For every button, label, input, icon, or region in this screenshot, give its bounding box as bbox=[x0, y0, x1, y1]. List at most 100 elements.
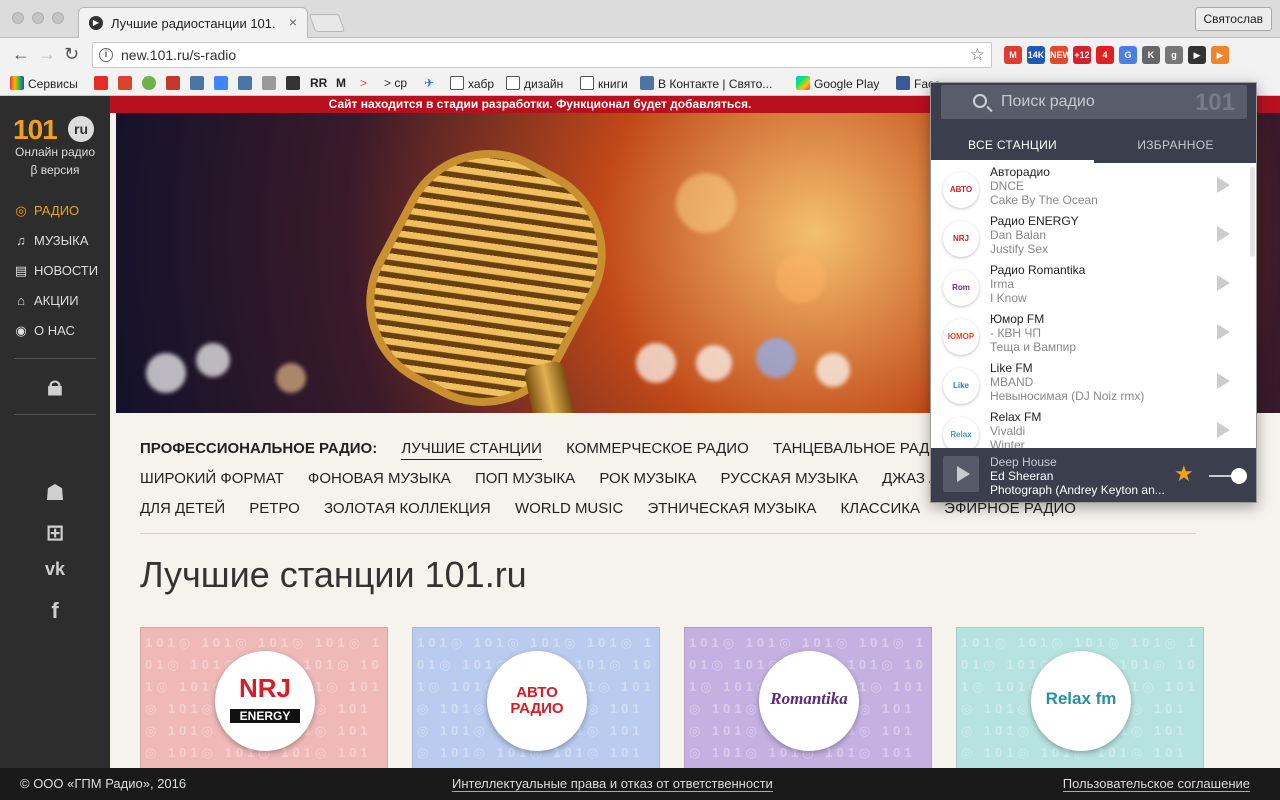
category-link[interactable]: КЛАССИКА bbox=[841, 500, 920, 517]
footer-rights-link[interactable]: Интеллектуальные права и отказ от ответс… bbox=[452, 776, 773, 792]
play-icon[interactable] bbox=[1217, 275, 1230, 291]
ext-12-icon[interactable]: +12 bbox=[1073, 46, 1091, 64]
info-icon[interactable]: i bbox=[99, 48, 113, 62]
bookmark-2[interactable] bbox=[118, 76, 136, 91]
ext-new-icon[interactable]: NEW bbox=[1050, 46, 1071, 64]
window-minimize-button[interactable] bbox=[32, 12, 44, 24]
bookmark-vkontakte[interactable]: В Контакте | Свято... bbox=[640, 76, 772, 91]
ext-g-icon[interactable]: g bbox=[1165, 46, 1183, 64]
play-button[interactable] bbox=[943, 456, 979, 492]
station-card-romantika[interactable]: 101◎ 101◎ 101◎ 101◎ 101◎ 101◎ 101◎ 101◎ … bbox=[684, 627, 932, 772]
play-icon[interactable] bbox=[1217, 373, 1230, 389]
facebook-icon[interactable]: f bbox=[0, 598, 110, 624]
category-link[interactable]: КОММЕРЧЕСКОЕ РАДИО bbox=[566, 440, 749, 457]
bookmark-9[interactable] bbox=[286, 76, 304, 91]
bookmark-sr[interactable]: > ср bbox=[384, 76, 407, 90]
bookmark-google-play[interactable]: Google Play bbox=[796, 76, 879, 91]
site-logo[interactable]: 101 bbox=[13, 114, 58, 146]
category-link[interactable]: РЕТРО bbox=[249, 500, 300, 517]
bookmark-design[interactable]: дизайн bbox=[506, 76, 563, 91]
address-bar[interactable]: i new.101.ru/s-radio ☆ bbox=[92, 42, 992, 68]
ext-4-icon[interactable]: 4 bbox=[1096, 46, 1114, 64]
bookmark-arrow[interactable]: > bbox=[360, 76, 367, 90]
station-card-energy[interactable]: 101◎ 101◎ 101◎ 101◎ 101◎ 101◎ 101◎ 101◎ … bbox=[140, 627, 388, 772]
category-link[interactable]: ПОП МУЗЫКА bbox=[475, 470, 575, 487]
bookmark-google[interactable] bbox=[214, 76, 232, 91]
station-card-relax[interactable]: 101◎ 101◎ 101◎ 101◎ 101◎ 101◎ 101◎ 101◎ … bbox=[956, 627, 1204, 772]
category-link[interactable]: РОК МУЗЫКА bbox=[599, 470, 696, 487]
bookmark-m[interactable]: M bbox=[336, 76, 346, 90]
bookmark-4[interactable] bbox=[166, 76, 184, 91]
category-link[interactable]: РУССКАЯ МУЗЫКА bbox=[721, 470, 858, 487]
category-link-best[interactable]: ЛУЧШИЕ СТАНЦИИ bbox=[401, 440, 542, 460]
lock-icon[interactable]: 🔒︎ bbox=[0, 370, 110, 403]
bookmark-habr[interactable]: хабр bbox=[450, 76, 494, 91]
ext-14k-icon[interactable]: 14K bbox=[1027, 46, 1045, 64]
vk-icon[interactable]: vk bbox=[0, 559, 110, 580]
station-track: Justify Sex bbox=[990, 242, 1049, 256]
search-icon bbox=[973, 94, 987, 108]
station-list-scrollbar[interactable] bbox=[1250, 167, 1255, 257]
site-logo-ru[interactable]: ru bbox=[68, 116, 94, 142]
category-link[interactable]: ШИРОКИЙ ФОРМАТ bbox=[140, 470, 284, 487]
ext-k-icon[interactable]: K bbox=[1142, 46, 1160, 64]
nav-about[interactable]: ◉ О НАС bbox=[14, 323, 75, 339]
tab-all-stations[interactable]: ВСЕ СТАНЦИИ bbox=[931, 127, 1094, 163]
category-link[interactable]: ТАНЦЕВАЛЬНОЕ РАДИО bbox=[773, 440, 952, 457]
station-row[interactable]: Like Like FM MBAND Невыносимая (DJ Noiz rmx… bbox=[931, 359, 1256, 408]
bookmark-vk[interactable] bbox=[190, 76, 208, 91]
category-link[interactable]: ЭТНИЧЕСКАЯ МУЗЫКА bbox=[647, 500, 816, 517]
station-card-avtoradio[interactable]: 101◎ 101◎ 101◎ 101◎ 101◎ 101◎ 101◎ 101◎ … bbox=[412, 627, 660, 772]
browser-tab[interactable]: ▶ Лучшие радиостанции 101.ru × bbox=[78, 7, 308, 38]
category-link[interactable]: ЗОЛОТАЯ КОЛЛЕКЦИЯ bbox=[324, 500, 491, 517]
category-link[interactable]: WORLD MUSIC bbox=[515, 500, 623, 517]
page-title: Лучшие станции 101.ru bbox=[140, 554, 527, 595]
bookmark-7[interactable] bbox=[238, 76, 256, 91]
nav-radio[interactable]: ◎ РАДИО bbox=[14, 203, 79, 219]
translate-icon[interactable]: G bbox=[1119, 46, 1137, 64]
back-arrow-icon[interactable]: ← bbox=[12, 44, 30, 65]
play-icon[interactable] bbox=[1217, 422, 1230, 438]
nav-news[interactable]: ▤ НОВОСТИ bbox=[14, 263, 98, 279]
footer-agreement-link[interactable]: Пользовательское соглашение bbox=[1062, 776, 1250, 792]
ext-play-icon[interactable]: ▶ bbox=[1188, 46, 1206, 64]
new-tab-button[interactable] bbox=[308, 14, 346, 32]
url-text[interactable]: new.101.ru/s-radio bbox=[121, 47, 236, 63]
bookmark-icon bbox=[118, 76, 132, 90]
station-row[interactable]: АВТО Авторадио DNCE Cake By The Ocean bbox=[931, 163, 1256, 212]
nav-music[interactable]: ♫ МУЗЫКА bbox=[14, 233, 88, 248]
search-input[interactable]: Поиск радио 101 bbox=[941, 85, 1247, 119]
profile-button[interactable]: Святослав bbox=[1194, 7, 1272, 31]
bookmark-plane[interactable]: ✈ bbox=[424, 76, 434, 90]
radio-101-icon[interactable]: ▶ bbox=[1211, 46, 1229, 64]
volume-slider-handle[interactable] bbox=[1231, 468, 1247, 484]
bookmark-services[interactable]: Сервисы bbox=[10, 76, 78, 91]
bookmark-3[interactable] bbox=[142, 76, 160, 91]
station-row[interactable]: Rom Радио Romantika Irma I Know bbox=[931, 261, 1256, 310]
favorite-star-icon[interactable]: ★ bbox=[1174, 461, 1194, 487]
bookmark-youtube[interactable] bbox=[94, 76, 112, 91]
play-icon[interactable] bbox=[1217, 324, 1230, 340]
window-zoom-button[interactable] bbox=[52, 12, 64, 24]
play-circle-icon: ◉ bbox=[15, 323, 27, 338]
station-row[interactable]: NRJ Радио ENERGY Dan Balan Justify Sex bbox=[931, 212, 1256, 261]
gmail-icon[interactable]: M bbox=[1004, 46, 1022, 64]
category-link[interactable]: ДЛЯ ДЕТЕЙ bbox=[140, 500, 225, 517]
android-icon[interactable]: ☗ bbox=[0, 480, 110, 506]
bookmark-books[interactable]: книги bbox=[580, 76, 628, 91]
window-close-button[interactable] bbox=[12, 12, 24, 24]
nav-promos[interactable]: ⌂ АКЦИИ bbox=[14, 293, 79, 308]
bookmark-rr[interactable]: RR bbox=[310, 76, 327, 90]
station-row[interactable]: ЮМОР Юмор FM - КВН ЧП Теща и Вампир bbox=[931, 310, 1256, 359]
bookmark-star-icon[interactable]: ☆ bbox=[970, 45, 985, 65]
tab-close-icon[interactable]: × bbox=[289, 14, 297, 30]
play-icon[interactable] bbox=[1217, 226, 1230, 242]
bookmark-8[interactable] bbox=[262, 76, 280, 91]
reload-icon[interactable]: ↻ bbox=[64, 44, 79, 65]
category-link[interactable]: ФОНОВАЯ МУЗЫКА bbox=[308, 470, 451, 487]
station-row[interactable]: Relax Relax FM Vivaldi Winter bbox=[931, 408, 1256, 448]
tab-favorites[interactable]: ИЗБРАННОЕ bbox=[1094, 127, 1256, 163]
windows-icon[interactable]: ⊞ bbox=[0, 520, 110, 546]
play-icon[interactable] bbox=[1217, 177, 1230, 193]
forward-arrow-icon[interactable]: → bbox=[38, 44, 56, 65]
